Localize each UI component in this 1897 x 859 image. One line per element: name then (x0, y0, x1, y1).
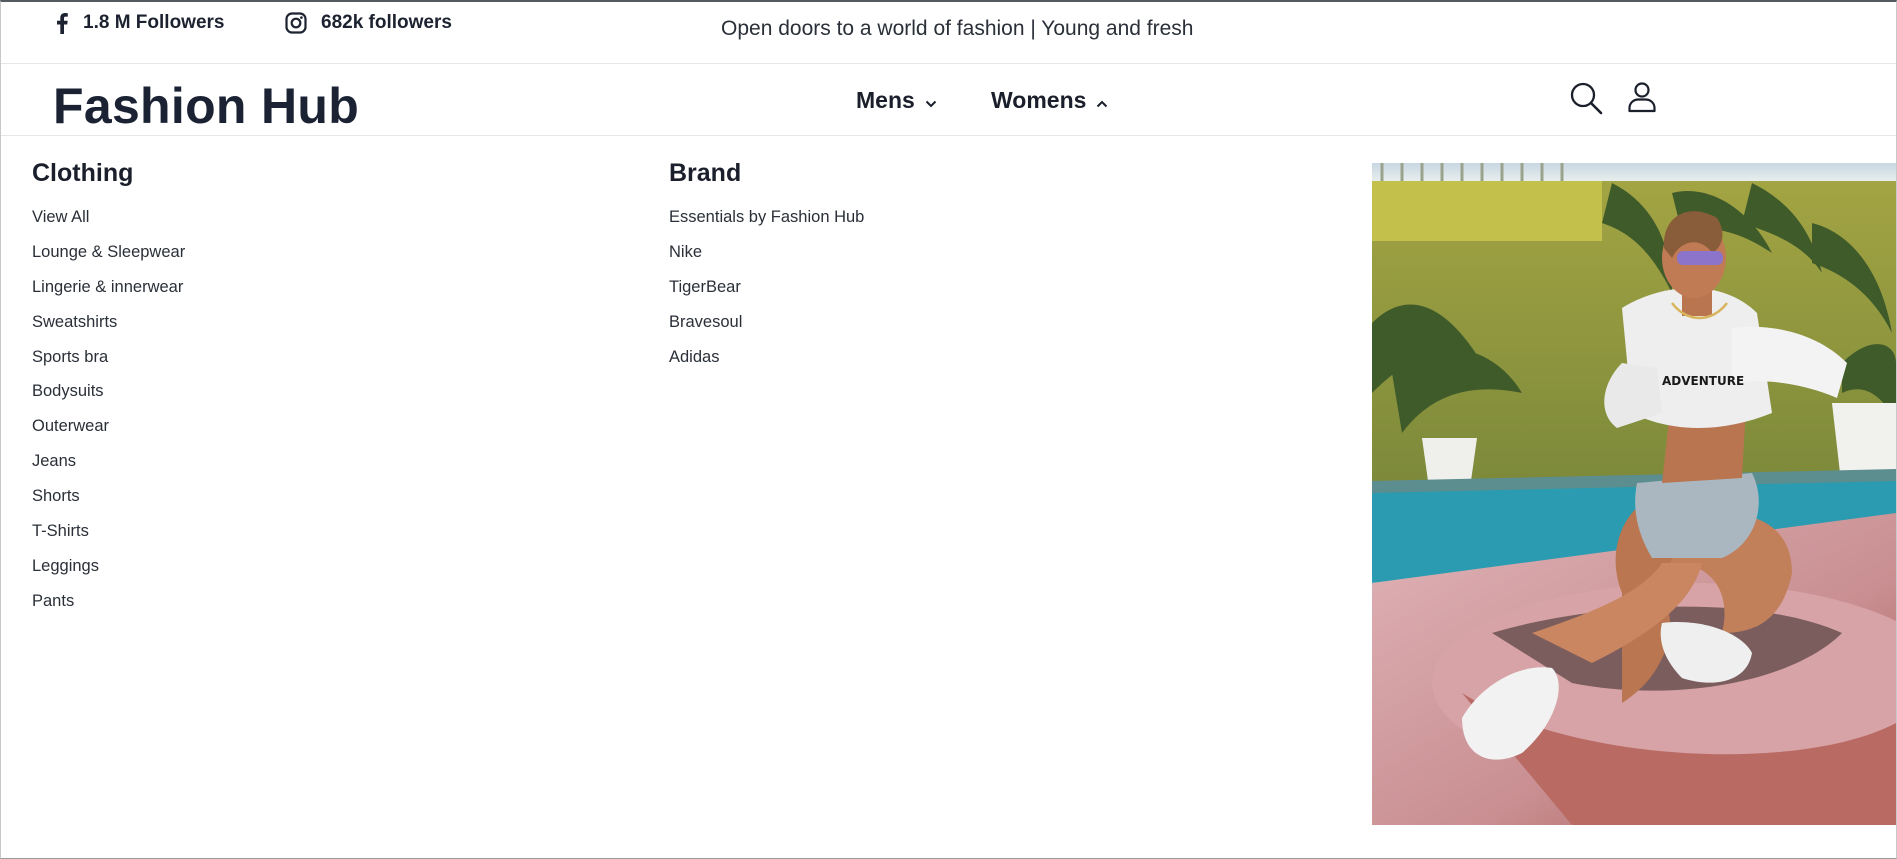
menu-link[interactable]: TigerBear (669, 270, 864, 305)
brand-list: Essentials by Fashion Hub Nike TigerBear… (669, 200, 864, 374)
facebook-followers: 1.8 M Followers (83, 12, 225, 33)
menu-column-clothing: Clothing View All Lounge & Sleepwear Lin… (32, 159, 185, 619)
facebook-link[interactable]: 1.8 M Followers (55, 11, 224, 35)
menu-link[interactable]: Nike (669, 235, 864, 270)
instagram-link[interactable]: 682k followers (285, 11, 452, 35)
menu-link[interactable]: Leggings (32, 549, 185, 584)
instagram-followers: 682k followers (321, 12, 452, 33)
menu-link[interactable]: Jeans (32, 444, 185, 479)
menu-link[interactable]: T-Shirts (32, 514, 185, 549)
menu-link[interactable]: Outerwear (32, 409, 185, 444)
facebook-icon (55, 12, 69, 34)
menu-link[interactable]: Bravesoul (669, 305, 864, 340)
site-logo[interactable]: Fashion Hub (53, 77, 359, 135)
menu-link[interactable]: Adidas (669, 340, 864, 375)
menu-link[interactable]: Sweatshirts (32, 305, 185, 340)
promo-photo[interactable]: ADVENTURE (1372, 163, 1896, 825)
nav-womens[interactable]: Womens (991, 87, 1108, 114)
menu-link[interactable]: Essentials by Fashion Hub (669, 200, 864, 235)
menu-link[interactable]: Lounge & Sleepwear (32, 235, 185, 270)
menu-link[interactable]: Shorts (32, 479, 185, 514)
chevron-up-icon (1096, 87, 1108, 114)
brand-heading: Brand (669, 159, 742, 187)
clothing-list: View All Lounge & Sleepwear Lingerie & i… (32, 200, 185, 619)
menu-column-brand: Brand Essentials by Fashion Hub Nike Tig… (669, 159, 864, 374)
page: 1.8 M Followers 682k followers Open door… (0, 0, 1897, 859)
nav-womens-label: Womens (991, 87, 1087, 113)
chevron-down-icon (925, 87, 937, 114)
clothing-heading: Clothing (32, 159, 134, 187)
top-bar: 1.8 M Followers 682k followers Open door… (1, 2, 1896, 64)
menu-link[interactable]: Pants (32, 584, 185, 619)
menu-link[interactable]: Sports bra (32, 340, 185, 375)
menu-link[interactable]: View All (32, 200, 185, 235)
menu-link[interactable]: Bodysuits (32, 374, 185, 409)
nav-mens-label: Mens (856, 87, 915, 113)
instagram-icon (285, 12, 307, 34)
main-header: Fashion Hub Mens Womens (1, 65, 1896, 136)
search-icon[interactable] (1569, 81, 1603, 120)
menu-link[interactable]: Lingerie & innerwear (32, 270, 185, 305)
user-icon[interactable] (1627, 81, 1657, 118)
nav-mens[interactable]: Mens (856, 87, 937, 114)
tagline: Open doors to a world of fashion | Young… (721, 17, 1194, 40)
svg-text:ADVENTURE: ADVENTURE (1662, 374, 1744, 388)
